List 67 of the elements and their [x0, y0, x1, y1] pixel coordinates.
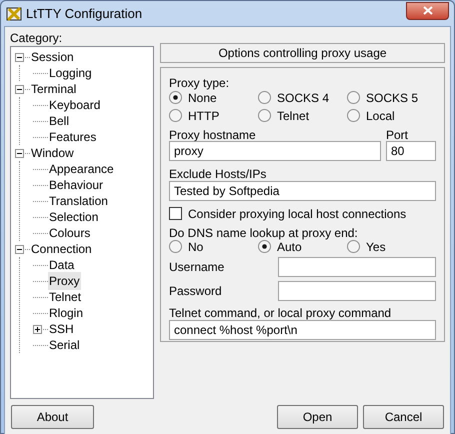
- telnet-command-field[interactable]: connect %host %port\n: [169, 320, 436, 340]
- radio-label: SOCKS 4: [277, 90, 330, 106]
- radio-button[interactable]: [347, 240, 360, 253]
- tree-item[interactable]: Logging: [48, 64, 93, 82]
- radio-button[interactable]: [258, 240, 271, 253]
- radio-label: Auto: [277, 240, 302, 256]
- radio-button[interactable]: [258, 109, 271, 122]
- tree-item[interactable]: SSH: [48, 320, 75, 338]
- radio-label: Telnet: [277, 108, 310, 124]
- port-field[interactable]: 80: [386, 141, 436, 161]
- tree-item[interactable]: Session: [30, 48, 75, 66]
- field-label: Telnet command, or local proxy command: [169, 305, 392, 319]
- hostname-field[interactable]: proxy: [169, 141, 381, 161]
- radio-button[interactable]: [347, 109, 360, 122]
- field-label: Exclude Hosts/IPs: [169, 166, 266, 180]
- category-label: Category:: [10, 30, 62, 44]
- password-field[interactable]: [278, 281, 436, 301]
- field-label: Do DNS name lookup at proxy end:: [169, 225, 358, 239]
- app-icon: [6, 6, 22, 22]
- radio-button[interactable]: [169, 240, 182, 253]
- radio-label: HTTP: [188, 108, 220, 124]
- collapse-icon[interactable]: [15, 244, 24, 254]
- radio-label: No: [188, 238, 204, 256]
- tree-item[interactable]: Features: [48, 128, 98, 146]
- tree-item[interactable]: Appearance: [48, 160, 115, 178]
- collapse-icon[interactable]: [15, 52, 24, 62]
- close-icon: [422, 6, 432, 15]
- about-button[interactable]: About: [11, 405, 94, 429]
- field-label: Proxy hostname: [169, 127, 256, 141]
- collapse-icon[interactable]: [15, 84, 24, 94]
- checkbox[interactable]: [169, 207, 182, 220]
- section-header: Options controlling proxy usage: [160, 43, 445, 63]
- radio-button[interactable]: [347, 91, 360, 104]
- tree-item[interactable]: Behaviour: [48, 176, 104, 194]
- radio-button[interactable]: [169, 91, 182, 104]
- expand-icon[interactable]: [33, 324, 42, 334]
- exclude-hosts-field[interactable]: Tested by Softpedia: [169, 181, 436, 201]
- tree-item[interactable]: Terminal: [30, 80, 78, 98]
- field-label: Password: [169, 283, 223, 300]
- tree-item[interactable]: Selection: [48, 208, 100, 226]
- open-button[interactable]: Open: [277, 405, 358, 429]
- radio-label: None: [188, 90, 217, 106]
- checkbox-label: Consider proxying local host connections: [188, 206, 406, 222]
- radio-label: Yes: [366, 238, 386, 256]
- close-button[interactable]: [406, 2, 449, 20]
- username-field[interactable]: [278, 257, 436, 277]
- field-label: Proxy type:: [169, 75, 230, 89]
- tree-item[interactable]: Serial: [48, 336, 81, 354]
- collapse-icon[interactable]: [15, 148, 24, 158]
- tree-item[interactable]: Rlogin: [48, 304, 84, 322]
- tree-item[interactable]: Keyboard: [48, 96, 102, 114]
- field-label: Port: [386, 127, 408, 141]
- radio-label: SOCKS 5: [366, 90, 418, 106]
- cancel-button[interactable]: Cancel: [363, 405, 444, 429]
- tree-item[interactable]: Connection: [30, 240, 93, 258]
- tree-item[interactable]: Proxy: [48, 272, 81, 290]
- tree-item[interactable]: Colours: [48, 224, 92, 242]
- field-label: Username: [169, 259, 226, 276]
- tree-item[interactable]: Data: [48, 256, 76, 274]
- tree-item[interactable]: Telnet: [48, 288, 82, 306]
- tree-item[interactable]: Window: [30, 144, 75, 162]
- window-title: LtTTY Configuration: [26, 4, 142, 23]
- radio-button[interactable]: [169, 109, 182, 122]
- tree-item[interactable]: Translation: [48, 192, 109, 210]
- radio-button[interactable]: [258, 91, 271, 104]
- radio-label: Local: [366, 108, 395, 124]
- tree-item[interactable]: Bell: [48, 112, 70, 130]
